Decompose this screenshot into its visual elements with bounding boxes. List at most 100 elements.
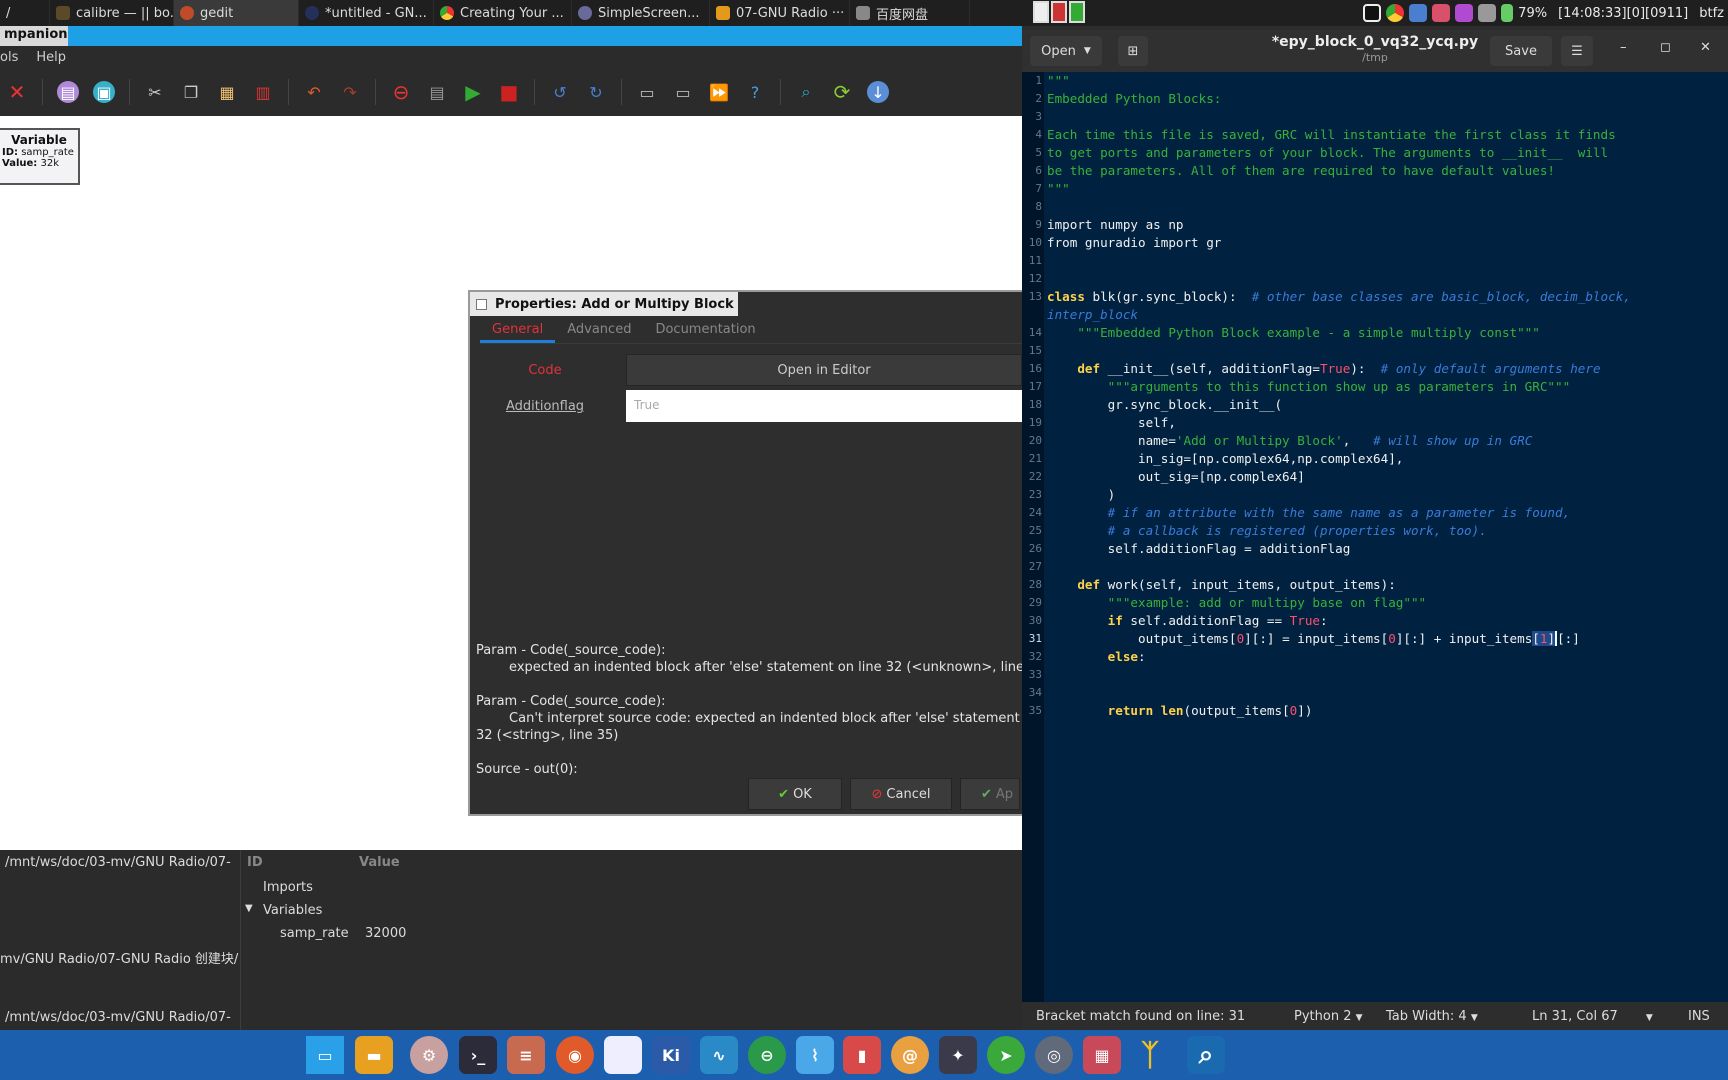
dialog-menu-icon[interactable]: [476, 298, 487, 310]
figure-icon[interactable]: ᛉ: [1131, 1036, 1169, 1074]
tab-creating-your[interactable]: Creating Your ...: [434, 0, 572, 26]
open-in-editor-button[interactable]: Open in Editor: [626, 354, 1022, 386]
flame-tray-icon[interactable]: [1455, 4, 1474, 22]
search-dock-icon[interactable]: ⌕: [1187, 1036, 1225, 1074]
menu-tools[interactable]: ols: [0, 50, 18, 65]
generate-icon[interactable]: ▤: [426, 81, 448, 103]
ok-button[interactable]: ✔ OK: [748, 778, 842, 810]
line-number: 25: [1028, 524, 1042, 537]
tab-width-selector[interactable]: Tab Width: 4 ▼: [1386, 1009, 1478, 1024]
tree-samp-rate-id[interactable]: samp_rate: [280, 926, 349, 941]
keyboard-tray-icon[interactable]: [1478, 4, 1497, 22]
line-number: 7: [1035, 182, 1042, 195]
cut-icon[interactable]: ✂: [144, 81, 166, 103]
tab-untitled-gnuradio[interactable]: *untitled - GN...: [299, 0, 434, 26]
workspace-2[interactable]: [1051, 1, 1067, 23]
paste-icon[interactable]: ▦: [216, 81, 238, 103]
expand-arrow-icon[interactable]: ▼: [245, 903, 253, 914]
tab-advanced[interactable]: Advanced: [555, 316, 643, 343]
tab-07-gnu-radio[interactable]: 07-GNU Radio ···: [710, 0, 850, 26]
close-window-icon[interactable]: ✕: [1700, 40, 1711, 55]
wave-icon[interactable]: ∿: [700, 1036, 738, 1074]
redo-icon[interactable]: ↷: [339, 81, 361, 103]
tab-partial[interactable]: /: [0, 0, 50, 26]
menu-help[interactable]: Help: [36, 50, 66, 65]
search-icon[interactable]: ⌕: [795, 81, 817, 103]
tree-imports[interactable]: Imports: [263, 880, 313, 895]
tab-documentation[interactable]: Documentation: [643, 316, 767, 343]
new-icon[interactable]: ▤: [57, 81, 79, 103]
close-icon[interactable]: ✕: [6, 80, 28, 104]
kicad-icon[interactable]: Ki: [652, 1036, 690, 1074]
firefox-icon[interactable]: ◉: [556, 1036, 594, 1074]
cancel-button[interactable]: ⊘ Cancel: [850, 778, 952, 810]
line-number: 33: [1028, 668, 1042, 681]
download-icon[interactable]: ↓: [867, 81, 889, 103]
book-icon[interactable]: ▮: [843, 1036, 881, 1074]
network-tray-icon[interactable]: [1409, 4, 1428, 22]
battery-icon[interactable]: [1501, 4, 1514, 22]
screen-icon[interactable]: [1363, 4, 1382, 22]
insert-mode[interactable]: INS: [1688, 1009, 1710, 1024]
camera-tray-icon[interactable]: [1432, 4, 1451, 22]
save-icon[interactable]: ▣: [93, 81, 115, 103]
tab-simplescreen[interactable]: SimpleScreen...: [572, 0, 710, 26]
variable-block[interactable]: Variable ID: samp_rate Value: 32k: [0, 128, 80, 185]
line-number: 31: [1028, 632, 1042, 645]
run-icon[interactable]: ▶: [462, 80, 484, 104]
tools-icon[interactable]: ✦: [939, 1036, 977, 1074]
rotate-ccw-icon[interactable]: ↺: [549, 81, 571, 103]
line-number-gutter: 1 2 3 4 5 6 7 8 9 10 11 12 13 14 15 16 17 18 19 20 21 22 23 24 2…: [1022, 72, 1044, 1002]
minimize-icon[interactable]: –: [1620, 40, 1627, 55]
tab-baidu-netdisk[interactable]: 百度网盘: [850, 0, 970, 26]
stop-icon[interactable]: ■: [498, 80, 520, 104]
help-icon[interactable]: ?: [744, 81, 766, 103]
workspace-switcher[interactable]: [1033, 1, 1085, 23]
apply-button[interactable]: ✔ Ap: [960, 778, 1020, 810]
code-editor[interactable]: 1 2 3 4 5 6 7 8 9 10 11 12 13 14 15 16 17 18 19 20 21 22 23 24 2…: [1022, 72, 1728, 1002]
network-icon[interactable]: ⊖: [748, 1036, 786, 1074]
code-label: Code: [528, 363, 562, 378]
tree-variables[interactable]: Variables: [263, 903, 322, 918]
additionflag-input[interactable]: True: [626, 390, 1022, 422]
gnuradio-dock-icon[interactable]: [604, 1036, 642, 1074]
terminal-icon[interactable]: ›_: [459, 1036, 497, 1074]
workspace-3[interactable]: [1069, 1, 1085, 23]
monitor-icon[interactable]: ⌇: [796, 1036, 834, 1074]
circle-app-icon[interactable]: ◎: [1035, 1036, 1073, 1074]
send-icon[interactable]: ➤: [987, 1036, 1025, 1074]
dialog-titlebar: Properties: Add or Multipy Block: [470, 292, 738, 316]
rotate-cw-icon[interactable]: ↻: [585, 81, 607, 103]
maximize-icon[interactable]: ◻: [1660, 40, 1671, 55]
variable-id-value: samp_rate: [21, 147, 74, 158]
hamburger-menu-icon[interactable]: ☰: [1561, 36, 1593, 66]
language-selector[interactable]: Python 2 ▼: [1294, 1009, 1363, 1024]
code-line: from gnuradio import gr: [1047, 235, 1222, 250]
code-line: if self.additionFlag == True:: [1107, 613, 1328, 628]
user-name: btfz: [1699, 5, 1724, 21]
undo-icon[interactable]: ↶: [303, 81, 325, 103]
delete-icon[interactable]: ▥: [252, 81, 274, 103]
cursor-position[interactable]: Ln 31, Col 67 ▼: [1532, 1009, 1653, 1024]
disable-icon[interactable]: ⊖: [390, 80, 412, 104]
battery-percent: 79%: [1518, 5, 1548, 21]
settings-icon[interactable]: ⚙: [410, 1036, 448, 1074]
toolbar-separator: [375, 79, 376, 105]
save-button[interactable]: Save: [1490, 36, 1552, 66]
bus-icon[interactable]: ▭: [636, 81, 658, 103]
swirl-icon[interactable]: @: [891, 1036, 929, 1074]
code-line: import numpy as np: [1047, 217, 1184, 232]
tab-general[interactable]: General: [480, 316, 556, 343]
tab-gedit[interactable]: gedit: [174, 0, 299, 26]
tab-calibre[interactable]: calibre — || bo...: [50, 0, 174, 26]
copy-icon[interactable]: ❐: [180, 81, 202, 103]
workspace-1[interactable]: [1033, 1, 1049, 23]
chrome-tray-icon[interactable]: [1386, 4, 1405, 22]
forward-icon[interactable]: ⏩: [708, 81, 730, 103]
files-icon[interactable]: ▬: [355, 1036, 393, 1074]
text-editor-icon[interactable]: ≡: [507, 1036, 545, 1074]
bus-in-icon[interactable]: ▭: [672, 81, 694, 103]
reload-icon[interactable]: ⟳: [831, 80, 853, 104]
desktop-icon[interactable]: ▭: [306, 1036, 344, 1074]
presentation-icon[interactable]: ▦: [1083, 1036, 1121, 1074]
